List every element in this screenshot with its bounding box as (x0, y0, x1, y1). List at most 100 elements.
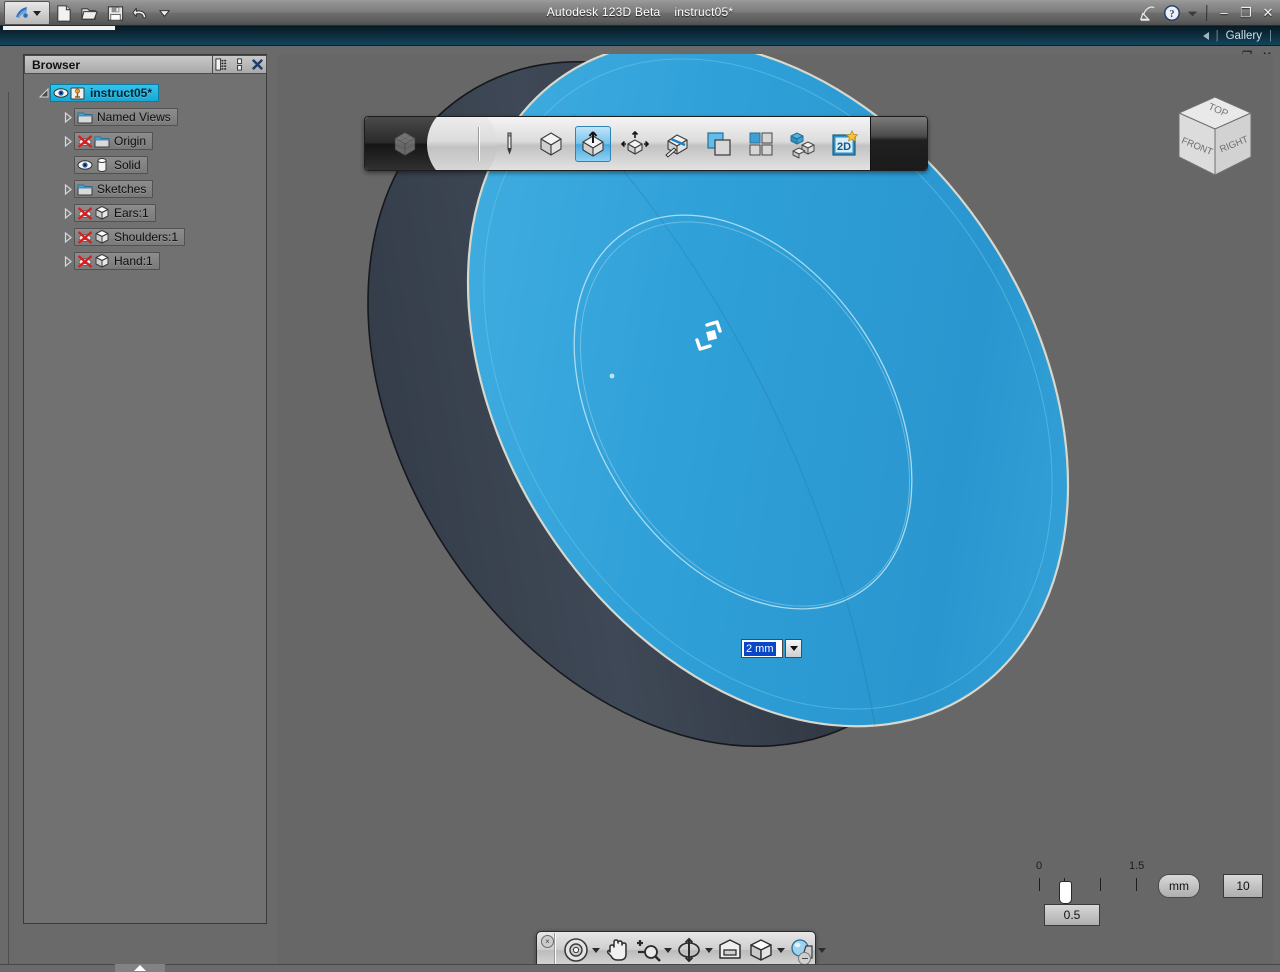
browser-filter-icon[interactable] (215, 58, 228, 71)
gallery-back-arrow-icon[interactable] (1202, 32, 1209, 40)
tree-node-instruct05[interactable]: instruct05* (50, 84, 160, 102)
expand-arrow-icon[interactable] (62, 135, 74, 147)
dimension-input[interactable]: 2 mm (741, 639, 802, 658)
tree-node-ears-1[interactable]: Ears:1 (74, 204, 156, 222)
navbar-grip[interactable] (554, 933, 556, 967)
nav-orbit-caret-icon[interactable] (705, 947, 713, 953)
nav-zoom-caret-icon[interactable] (664, 947, 672, 953)
tree-node-named-views[interactable]: Named Views (74, 108, 178, 126)
close-button[interactable]: ✕ (1260, 5, 1276, 21)
restore-button[interactable]: ❐ (1238, 5, 1254, 21)
nav-orbit[interactable] (674, 933, 714, 967)
help-icon[interactable]: ? (1163, 4, 1181, 22)
browser-options-icon[interactable] (233, 58, 246, 71)
gallery-divider-right: | (1269, 30, 1272, 42)
tool-primitives[interactable] (533, 126, 569, 162)
tree-row[interactable]: Origin (24, 129, 266, 153)
tree-node-shoulders-1[interactable]: Shoulders:1 (74, 228, 186, 246)
expand-arrow-icon[interactable] (62, 255, 74, 267)
unit-selector[interactable]: mm (1158, 874, 1200, 898)
assembly-icon[interactable] (70, 85, 86, 101)
dimension-input-value: 2 mm (744, 641, 776, 656)
hidden-x-icon[interactable] (77, 229, 93, 245)
folder-icon[interactable] (77, 181, 93, 197)
tree-row[interactable]: Named Views (24, 105, 266, 129)
tree-row[interactable]: Hand:1 (24, 249, 266, 273)
expand-arrow-icon[interactable] (62, 111, 74, 123)
view-cube[interactable]: TOP FRONT RIGHT (1163, 87, 1267, 187)
cube-icon[interactable] (94, 229, 110, 245)
nav-view-caret-icon[interactable] (777, 947, 785, 953)
2d-drawing-icon: 2D (832, 129, 859, 156)
tree-node-hand-1[interactable]: Hand:1 (74, 252, 160, 270)
browser-header-buttons (212, 55, 267, 74)
tree-node-solid[interactable]: Solid (74, 156, 148, 174)
satellite-dish-icon[interactable] (1138, 4, 1157, 23)
eye-icon[interactable] (53, 85, 69, 101)
dimension-input-field[interactable]: 2 mm (741, 639, 783, 658)
scale-tick-labels: 0 1.5 (1018, 860, 1178, 874)
help-dropdown-icon[interactable] (1187, 8, 1198, 19)
nav-zoom[interactable] (633, 933, 673, 967)
expand-arrow-icon[interactable] (62, 183, 74, 195)
nav-look-at[interactable] (715, 933, 745, 967)
cylinder-icon[interactable] (94, 157, 110, 173)
tree-row[interactable]: instruct05* (24, 81, 266, 105)
title-bar: Autodesk 123D Beta instruct05* ? – ❐ ✕ (0, 0, 1280, 26)
tool-assemble[interactable] (785, 126, 821, 162)
nav-pan[interactable] (602, 933, 632, 967)
tree-row[interactable]: Shoulders:1 (24, 225, 266, 249)
tree-row[interactable]: Solid (24, 153, 266, 177)
eye-icon[interactable] (77, 157, 93, 173)
tree-node-sketches[interactable]: Sketches (74, 180, 154, 198)
zoom-value: 10 (1236, 879, 1250, 893)
browser-title: Browser (32, 57, 81, 72)
scale-slider-handle[interactable] (1059, 881, 1072, 904)
3d-viewport[interactable]: 2 mm 2D TOP FRONT RIGHT 0 1.5 mm 10 0.5 … (278, 54, 1273, 972)
model-geometry[interactable] (278, 54, 1273, 972)
collapse-arrow-icon[interactable] (38, 87, 50, 99)
svg-text:?: ? (1169, 9, 1174, 20)
hidden-x-icon[interactable] (77, 205, 93, 221)
steering-wheel-icon (564, 938, 588, 962)
nav-view[interactable] (746, 933, 786, 967)
left-rail (0, 92, 9, 972)
scale-tick-label-0: 0 (1036, 860, 1043, 872)
navbar-close-button[interactable]: × (541, 935, 554, 948)
browser-close-icon[interactable] (251, 58, 264, 71)
expand-arrow-icon[interactable] (62, 207, 74, 219)
tool-2d-drawing[interactable]: 2D (827, 126, 863, 162)
gallery-label[interactable]: Gallery (1226, 30, 1262, 42)
nav-steering-wheel[interactable] (561, 933, 601, 967)
window-title: Autodesk 123D Beta instruct05* (0, 5, 1280, 19)
scale-widget: 0 1.5 mm 10 0.5 (1018, 860, 1263, 926)
grid-pattern-icon (749, 132, 773, 155)
nav-showmotion-caret-icon[interactable] (818, 947, 826, 953)
folder-icon[interactable] (94, 133, 110, 149)
tool-modify[interactable] (617, 126, 653, 162)
folder-icon[interactable] (77, 109, 93, 125)
bottom-resize-grip[interactable] (115, 964, 165, 972)
cube-icon[interactable] (94, 253, 110, 269)
cube-icon[interactable] (94, 205, 110, 221)
nav-steering-caret-icon[interactable] (592, 947, 600, 953)
tool-sketch[interactable] (491, 126, 527, 162)
hidden-x-icon[interactable] (77, 253, 93, 269)
minimize-button[interactable]: – (1216, 5, 1232, 21)
orbit-icon (678, 937, 700, 963)
gallery-tab-marker[interactable] (3, 26, 115, 30)
tool-combine[interactable] (701, 126, 737, 162)
move-manipulator-icon[interactable] (692, 316, 732, 356)
tool-fillet[interactable] (659, 126, 695, 162)
value-dropdown-icon[interactable] (785, 639, 802, 658)
scale-value-box[interactable]: 0.5 (1044, 904, 1100, 926)
tree-row[interactable]: Ears:1 (24, 201, 266, 225)
tool-construct[interactable] (575, 125, 611, 162)
tree-node-origin[interactable]: Origin (74, 132, 154, 150)
tree-row[interactable]: Sketches (24, 177, 266, 201)
zoom-value-box[interactable]: 10 (1223, 874, 1263, 898)
tool-pattern[interactable] (743, 126, 779, 162)
expand-arrow-icon[interactable] (62, 231, 74, 243)
hidden-x-icon[interactable] (77, 133, 93, 149)
primitives-cube-icon (540, 131, 562, 156)
